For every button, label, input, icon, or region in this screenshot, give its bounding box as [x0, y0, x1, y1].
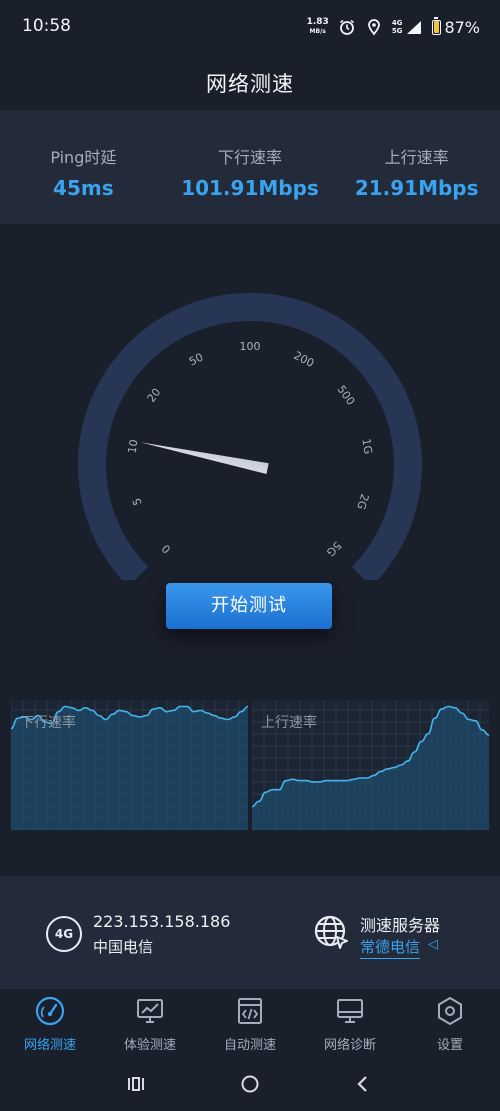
nav-settings[interactable]: 设置 — [400, 989, 500, 1057]
location-icon — [367, 19, 380, 36]
nav-settings-label: 设置 — [436, 1038, 463, 1053]
download-history-label: 下行速率 — [20, 715, 76, 731]
nav-diagnosis-label: 网络诊断 — [323, 1038, 376, 1053]
gauge-tick-label: 200 — [292, 349, 317, 370]
network-type-top: 4G — [391, 19, 403, 27]
nav-experience-test-label: 体验测速 — [123, 1038, 176, 1053]
ping-label: Ping时延 — [50, 148, 117, 167]
ip-address: 223.153.158.186 — [93, 912, 231, 931]
upload-label: 上行速率 — [384, 148, 449, 167]
gauge-tick-label: 5G — [324, 539, 344, 559]
gauge-tick-label: 1G — [359, 438, 374, 455]
network-speed-indicator: 1.83 MB/s — [307, 18, 329, 36]
ping-stat: Ping时延 45ms — [0, 110, 167, 224]
home-icon[interactable] — [236, 1070, 264, 1098]
upload-history-chart: 上行速率 — [252, 700, 489, 830]
status-bar: 10:58 1.83 MB/s 4G 5G 87% — [0, 0, 500, 54]
gauge-tick-label: 500 — [334, 383, 357, 408]
alarm-icon — [339, 19, 354, 35]
gauge-tick-label: 2G — [354, 492, 371, 511]
nav-speed-test[interactable]: 网络测速 — [0, 989, 100, 1057]
status-indicators: 1.83 MB/s 4G 5G 87% — [307, 14, 480, 40]
speed-summary: Ping时延 45ms 下行速率 101.91Mbps 上行速率 21.91Mb… — [0, 110, 500, 224]
bottom-nav: 网络测速 体验测速 自动测速 网络诊断 设置 — [0, 989, 500, 1057]
hexagon-settings-icon — [438, 996, 462, 1026]
nav-speed-test-label: 网络测速 — [23, 1038, 76, 1053]
battery-icon — [432, 16, 442, 35]
upload-value: 21.91Mbps — [354, 176, 479, 200]
carrier-name: 中国电信 — [93, 938, 154, 956]
gauge-tick-label: 5 — [130, 496, 145, 507]
gauge-needle — [140, 442, 269, 474]
download-value: 101.91Mbps — [181, 176, 319, 200]
nav-diagnosis[interactable]: 网络诊断 — [300, 989, 400, 1057]
upload-history-label: 上行速率 — [261, 715, 317, 731]
back-icon[interactable] — [349, 1070, 377, 1098]
page-title: 网络测速 — [206, 72, 294, 96]
signal-icon — [407, 21, 422, 34]
gauge-tick-labels: 0 5 10 20 50 100 200 500 1G 2G 5G — [125, 340, 374, 559]
code-document-icon — [238, 998, 262, 1024]
battery-indicator: 87% — [432, 16, 480, 37]
nav-experience-test[interactable]: 体验测速 — [100, 989, 200, 1057]
network-speed-unit: MB/s — [309, 28, 326, 35]
download-label: 下行速率 — [218, 148, 283, 167]
network-type-bottom: 5G — [391, 27, 403, 35]
desktop-icon — [337, 999, 363, 1023]
gauge-tick-label: 100 — [240, 340, 261, 353]
recent-apps-icon[interactable] — [122, 1070, 150, 1098]
gauge-dial: 0 5 10 20 50 100 200 500 1G 2G 5G — [78, 292, 422, 580]
battery-level — [434, 21, 440, 33]
speed-server-label: 测速服务器 — [360, 916, 441, 935]
speed-server-select[interactable]: 常德电信 — [360, 936, 421, 959]
globe-icon — [314, 915, 348, 949]
gauge-tick-label: 50 — [187, 350, 205, 368]
ping-value: 45ms — [53, 176, 114, 200]
battery-percent: 87% — [444, 17, 480, 37]
network-type-indicator: 4G 5G — [392, 19, 403, 35]
status-time: 10:58 — [22, 16, 71, 36]
download-stat: 下行速率 101.91Mbps — [167, 110, 334, 224]
start-test-button[interactable]: 开始测试 — [166, 583, 332, 629]
network-speed-value: 1.83 — [306, 17, 329, 27]
gauge-tick-label: 20 — [145, 386, 164, 405]
network-4g-badge: 4G — [46, 916, 82, 952]
gauge-tick-label: 10 — [125, 438, 140, 454]
upload-stat: 上行速率 21.91Mbps — [333, 110, 500, 224]
download-history-chart: 下行速率 — [11, 700, 248, 830]
caret-left-icon[interactable]: ◁ — [428, 937, 438, 952]
gauge-tick-label: 0 — [159, 542, 173, 556]
system-navigation-bar — [0, 1057, 500, 1111]
speedometer-icon — [35, 996, 65, 1026]
nav-auto-test[interactable]: 自动测速 — [200, 989, 300, 1057]
monitor-chart-icon — [137, 999, 163, 1023]
speed-gauge: 0 5 10 20 50 100 200 500 1G 2G 5G — [70, 290, 430, 580]
nav-auto-test-label: 自动测速 — [223, 1038, 276, 1053]
